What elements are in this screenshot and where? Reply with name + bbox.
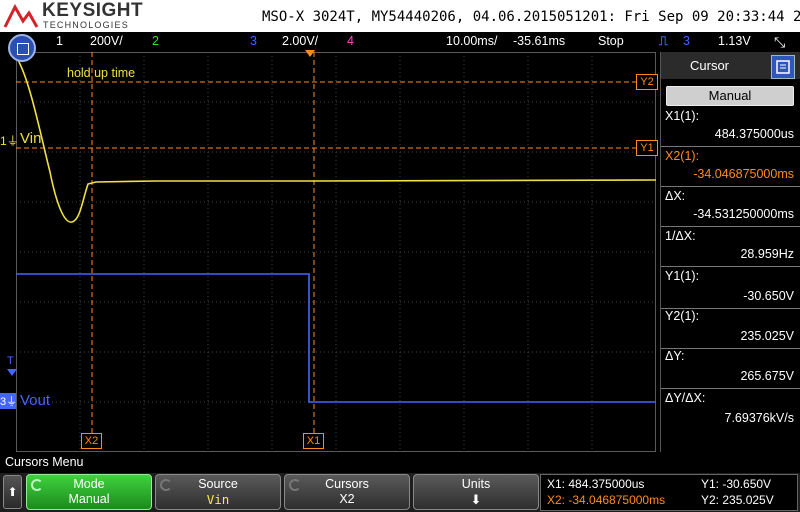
- trigger-level-marker[interactable]: T: [7, 355, 14, 367]
- panel-title: Cursor: [690, 58, 730, 73]
- ch1-scale[interactable]: 200V/: [90, 34, 123, 48]
- keysight-logo-icon: [3, 3, 39, 28]
- panel-header: Cursor: [661, 52, 800, 79]
- ch3-ground-marker[interactable]: 3⏚: [0, 393, 17, 409]
- menu-title: Cursors Menu: [5, 455, 84, 469]
- trigger-source[interactable]: 3: [683, 34, 690, 48]
- run-state[interactable]: Stop: [598, 34, 624, 48]
- x1-label: X1(1):: [665, 109, 700, 123]
- brand-name: KEYSIGHT: [42, 0, 144, 21]
- menu-up-button[interactable]: ⬆: [3, 475, 22, 509]
- instrument-title: MSO-X 3024T, MY54440206, 04.06.201505120…: [262, 9, 800, 25]
- x2-label: X2(1):: [665, 149, 700, 163]
- ch1-number[interactable]: 1: [56, 34, 63, 48]
- y1-cursor-tag[interactable]: Y1: [636, 140, 658, 156]
- ch1-ground-marker[interactable]: 1⏚: [0, 132, 19, 149]
- trigger-position-icon: [305, 50, 315, 57]
- cursor-mode-display[interactable]: Manual: [666, 86, 794, 106]
- units-softkey[interactable]: Units ⬇: [413, 474, 539, 510]
- ch2-number[interactable]: 2: [152, 34, 159, 48]
- x2-cursor-tag[interactable]: X2: [81, 433, 102, 449]
- down-arrow-icon: ⬇: [470, 492, 482, 507]
- trigger-edge-icon: ⎍: [659, 34, 668, 48]
- cursors-softkey-label: Cursors: [325, 477, 369, 491]
- y2-value: 235.025V: [740, 329, 794, 343]
- touch-toggle-icon[interactable]: ⤡: [774, 34, 785, 51]
- readout-x1: X1: 484.375000us: [547, 477, 645, 491]
- y2-cursor-tag[interactable]: Y2: [636, 74, 658, 90]
- divider: [661, 266, 800, 267]
- ch3-label: Vout: [20, 392, 51, 409]
- x1-value: 484.375000us: [714, 127, 794, 141]
- readout-x2: X2: -34.046875000ms: [547, 493, 666, 507]
- delta-x-value: -34.531250000ms: [693, 207, 794, 221]
- rotate-knob-icon: [160, 479, 172, 491]
- cursors-softkey-value: X2: [339, 492, 355, 506]
- mode-softkey[interactable]: Mode Manual: [26, 474, 152, 510]
- mode-softkey-label: Mode: [73, 477, 105, 491]
- delta-y-value: 265.675V: [740, 369, 794, 383]
- delta-x-label: ΔX:: [665, 189, 686, 203]
- waveform-display[interactable]: [16, 52, 656, 452]
- divider: [661, 186, 800, 187]
- up-arrow-icon: ⬆: [7, 485, 18, 499]
- ch3-number[interactable]: 3: [250, 34, 257, 48]
- source-softkey-label: Source: [198, 477, 238, 491]
- panel-tab-button[interactable]: [771, 55, 795, 79]
- rotate-knob-icon: [289, 479, 301, 491]
- timebase-scale[interactable]: 10.00ms/: [446, 34, 497, 48]
- ch3-scale[interactable]: 2.00V/: [282, 34, 318, 48]
- source-softkey[interactable]: Source Vin: [155, 474, 281, 510]
- divider: [661, 388, 800, 389]
- rotate-knob-icon: [31, 479, 43, 491]
- delta-y-over-delta-x-value: 7.69376kV/s: [724, 411, 795, 425]
- readout-y2: Y2: 235.025V: [701, 493, 774, 507]
- inverse-delta-x-value: 28.959Hz: [740, 247, 794, 261]
- source-softkey-value: Vin: [206, 492, 230, 507]
- list-icon: [776, 60, 790, 74]
- delta-y-over-delta-x-label: ΔY/ΔX:: [665, 391, 706, 405]
- delta-y-label: ΔY:: [665, 349, 685, 363]
- inverse-delta-x-label: 1/ΔX:: [665, 229, 696, 243]
- y1-value: -30.650V: [743, 289, 794, 303]
- time-delay[interactable]: -35.61ms: [513, 34, 565, 48]
- ch1-label: Vin: [20, 130, 42, 147]
- hold-up-annotation: hold up time: [67, 66, 136, 80]
- header-bar: KEYSIGHT TECHNOLOGIES MSO-X 3024T, MY544…: [0, 0, 800, 32]
- cursor-panel: Cursor Manual X1(1): 484.375000us X2(1):…: [660, 52, 800, 452]
- divider: [661, 146, 800, 147]
- cursor-readout: X1: 484.375000us X2: -34.046875000ms Y1:…: [540, 474, 798, 511]
- menu-icon: [17, 43, 29, 55]
- trigger-level-arrow-icon: [7, 369, 17, 376]
- units-softkey-label: Units: [461, 477, 491, 491]
- ch1-marker-number: 1: [0, 134, 7, 148]
- main-menu-button[interactable]: [8, 34, 36, 62]
- trigger-level[interactable]: 1.13V: [718, 34, 751, 48]
- y2-label: Y2(1):: [665, 309, 700, 323]
- status-bar: 1 200V/ 2 3 2.00V/ 4 10.00ms/ -35.61ms S…: [0, 32, 800, 52]
- ch3-marker-number: 3: [0, 396, 7, 408]
- brand-subtitle: TECHNOLOGIES: [43, 20, 129, 30]
- ch4-number[interactable]: 4: [347, 34, 354, 48]
- divider: [661, 226, 800, 227]
- x2-value: -34.046875000ms: [693, 167, 794, 181]
- x1-cursor-tag[interactable]: X1: [303, 433, 324, 449]
- y1-label: Y1(1):: [665, 269, 700, 283]
- mode-softkey-value: Manual: [68, 492, 110, 506]
- readout-y1: Y1: -30.650V: [701, 477, 772, 491]
- cursors-softkey[interactable]: Cursors X2: [284, 474, 410, 510]
